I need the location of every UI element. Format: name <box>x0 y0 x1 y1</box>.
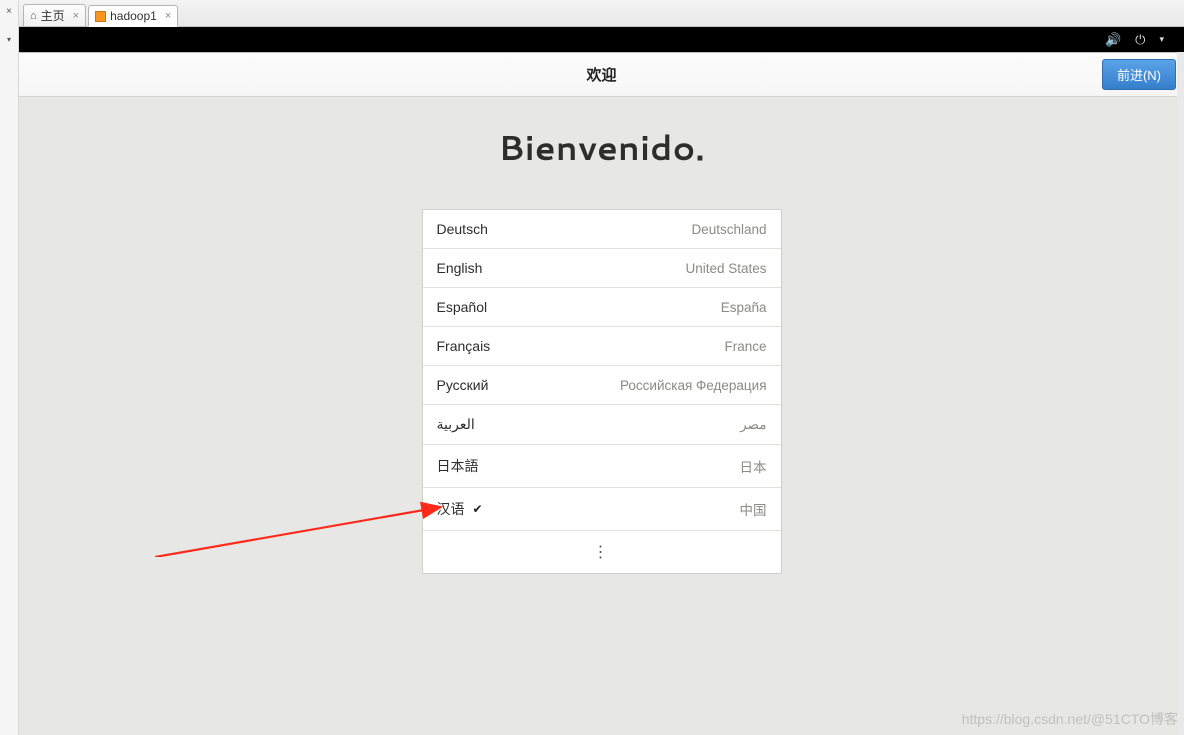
language-region: Российская Федерация <box>620 378 766 393</box>
page-title: 欢迎 <box>586 64 616 85</box>
outer-sidebar: × ▾ <box>0 0 19 735</box>
language-row-chinese[interactable]: 汉语 ✔ 中国 <box>423 488 781 531</box>
language-row-russian[interactable]: Русский Российская Федерация <box>423 366 781 405</box>
more-icon: ⋮ <box>593 542 611 562</box>
forward-button[interactable]: 前进(N) <box>1102 59 1176 90</box>
language-region: France <box>724 339 766 354</box>
gnome-top-bar: 🔊 ⏻ ▾ <box>19 27 1184 52</box>
close-outer-button[interactable]: × <box>6 0 12 17</box>
language-region: Deutschland <box>691 222 766 237</box>
language-name: العربية <box>437 416 475 433</box>
language-name: Español <box>437 299 488 315</box>
tab-home-label: 主页 <box>41 7 65 24</box>
tab-hadoop1[interactable]: hadoop1 × <box>88 5 178 27</box>
language-row-japanese[interactable]: 日本語 日本 <box>423 445 781 488</box>
tab-home[interactable]: ⌂ 主页 × <box>23 4 86 26</box>
check-icon: ✔ <box>473 502 483 516</box>
language-row-arabic[interactable]: العربية مصر <box>423 405 781 445</box>
language-name: 日本語 <box>437 456 479 476</box>
language-region: 日本 <box>740 456 767 476</box>
volume-icon[interactable]: 🔊 <box>1105 32 1121 48</box>
setup-window: 欢迎 前进(N) Bienvenido. Deutsch Deutschland… <box>19 52 1184 735</box>
close-icon[interactable]: × <box>165 10 171 22</box>
language-region: United States <box>685 261 766 276</box>
language-region: مصر <box>740 417 766 433</box>
home-icon: ⌂ <box>30 10 37 22</box>
language-name: Français <box>437 338 491 354</box>
language-region: España <box>721 300 767 315</box>
language-name: Русский <box>437 377 489 393</box>
more-languages-button[interactable]: ⋮ <box>423 531 781 573</box>
language-row-francais[interactable]: Français France <box>423 327 781 366</box>
language-name: Deutsch <box>437 221 488 237</box>
language-name: 汉语 <box>437 499 465 519</box>
language-name: English <box>437 260 483 276</box>
content-area: Bienvenido. Deutsch Deutschland English … <box>19 97 1184 735</box>
power-icon[interactable]: ⏻ <box>1135 32 1145 48</box>
language-row-deutsch[interactable]: Deutsch Deutschland <box>423 210 781 249</box>
language-row-espanol[interactable]: Español España <box>423 288 781 327</box>
scrollbar-vertical[interactable] <box>1177 52 1184 735</box>
vm-icon <box>95 11 106 22</box>
welcome-heading: Bienvenido. <box>498 123 705 171</box>
language-list: Deutsch Deutschland English United State… <box>422 209 782 574</box>
language-region: 中国 <box>740 499 767 519</box>
close-icon[interactable]: × <box>73 10 79 22</box>
language-row-english[interactable]: English United States <box>423 249 781 288</box>
chevron-down-icon[interactable]: ▾ <box>1159 34 1164 45</box>
outer-dropdown-button[interactable]: ▾ <box>7 35 11 44</box>
header-bar: 欢迎 前进(N) <box>19 53 1184 97</box>
tab-vm-label: hadoop1 <box>110 9 157 23</box>
tabs-bar: ⌂ 主页 × hadoop1 × <box>19 0 1184 27</box>
